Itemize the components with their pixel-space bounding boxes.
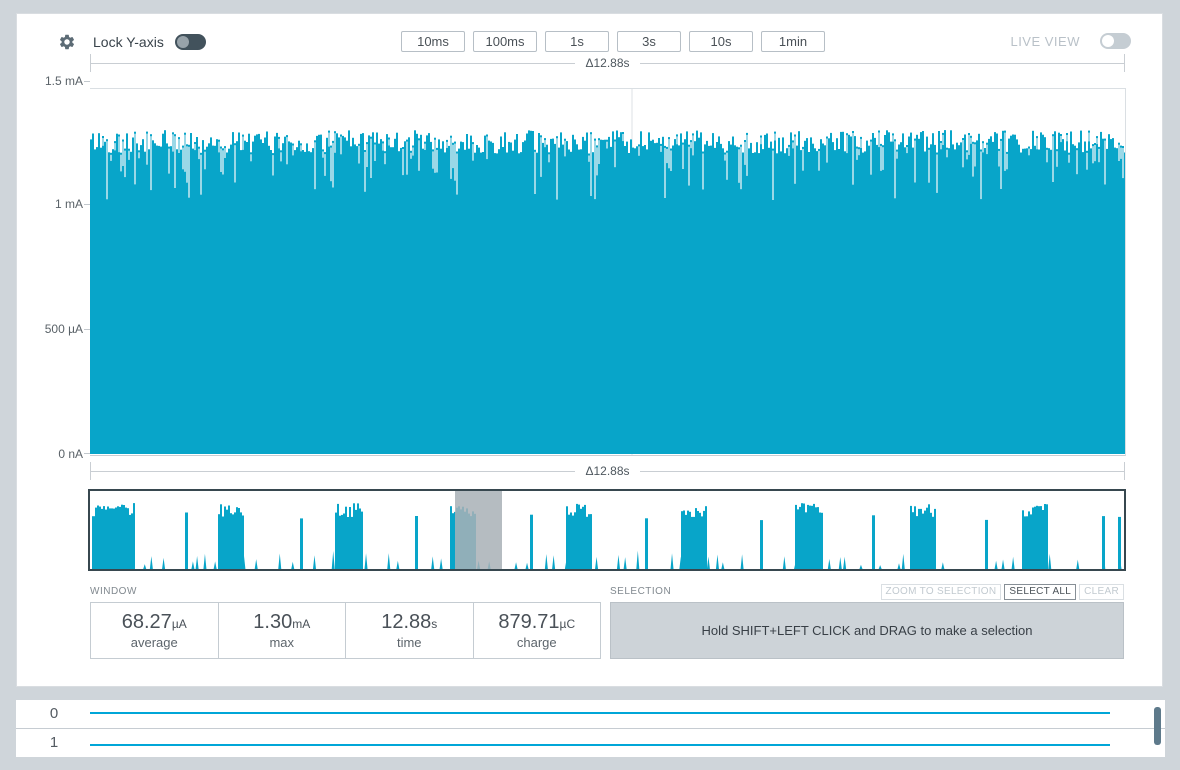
y-tick-0nA: 0 nA bbox=[23, 447, 83, 461]
digital-channel-label-1: 1 bbox=[44, 734, 64, 751]
y-tick-500uA: 500 µA bbox=[23, 322, 83, 336]
overview-minimap[interactable] bbox=[88, 489, 1126, 571]
main-chart-svg bbox=[90, 89, 1125, 455]
lock-y-axis-group: Lock Y-axis bbox=[58, 31, 206, 53]
selection-buttons: ZOOM TO SELECTION SELECT ALL CLEAR bbox=[881, 584, 1124, 600]
zoom-to-selection-button[interactable]: ZOOM TO SELECTION bbox=[881, 584, 1002, 600]
window-button-1min[interactable]: 1min bbox=[761, 31, 825, 52]
live-view-label: LIVE VIEW bbox=[1010, 34, 1080, 49]
stat-max: 1.30mA max bbox=[219, 603, 347, 658]
selection-hint-panel: Hold SHIFT+LEFT CLICK and DRAG to make a… bbox=[610, 602, 1124, 659]
digital-channel-label-0: 0 bbox=[44, 705, 64, 722]
y-tick-1500uA: 1.5 mA bbox=[23, 74, 83, 88]
stat-time: 12.88s time bbox=[346, 603, 474, 658]
minimap-svg bbox=[90, 491, 1124, 569]
digital-trace-1 bbox=[90, 744, 1110, 746]
window-button-100ms[interactable]: 100ms bbox=[473, 31, 537, 52]
window-stats-box: 68.27µA average 1.30mA max 12.88s time 8… bbox=[90, 602, 601, 659]
minimap-selection-window bbox=[455, 491, 502, 569]
stat-average: 68.27µA average bbox=[91, 603, 219, 658]
live-view-toggle[interactable] bbox=[1100, 33, 1131, 49]
main-chart-delta-label: Δ12.88s bbox=[585, 56, 629, 70]
main-chart-time-bracket: Δ12.88s bbox=[90, 54, 1125, 72]
selection-section-label: SELECTION bbox=[610, 586, 671, 597]
window-button-10s[interactable]: 10s bbox=[689, 31, 753, 52]
select-all-button[interactable]: SELECT ALL bbox=[1004, 584, 1076, 600]
stat-charge: 879.71µC charge bbox=[474, 603, 601, 658]
live-view-group: LIVE VIEW bbox=[1010, 33, 1131, 49]
main-current-chart[interactable] bbox=[90, 88, 1126, 456]
minimap-time-bracket: Δ12.88s bbox=[90, 462, 1125, 480]
window-button-3s[interactable]: 3s bbox=[617, 31, 681, 52]
digital-channels-panel: 0 1 bbox=[16, 700, 1165, 757]
settings-gear-icon[interactable] bbox=[58, 33, 76, 51]
window-section-label: WINDOW bbox=[90, 586, 137, 597]
clear-selection-button[interactable]: CLEAR bbox=[1079, 584, 1124, 600]
y-tick-1000uA: 1 mA bbox=[23, 197, 83, 211]
toggle-knob bbox=[177, 36, 189, 48]
y-tick-mark bbox=[84, 81, 90, 82]
minimap-delta-label: Δ12.88s bbox=[585, 464, 629, 478]
toggle-knob bbox=[1102, 35, 1114, 47]
window-button-10ms[interactable]: 10ms bbox=[401, 31, 465, 52]
digital-trace-0 bbox=[90, 712, 1110, 714]
bracket-tick bbox=[1124, 462, 1125, 480]
window-button-1s[interactable]: 1s bbox=[545, 31, 609, 52]
bracket-tick bbox=[1124, 54, 1125, 72]
selection-hint-text: Hold SHIFT+LEFT CLICK and DRAG to make a… bbox=[701, 623, 1032, 638]
lock-y-axis-label: Lock Y-axis bbox=[93, 34, 164, 50]
bracket-tick bbox=[90, 462, 91, 480]
app-window: Lock Y-axis 10ms 100ms 1s 3s 10s 1min LI… bbox=[0, 0, 1180, 770]
bracket-tick bbox=[90, 54, 91, 72]
vertical-scrollbar-thumb[interactable] bbox=[1154, 707, 1161, 745]
digital-channel-row-1: 1 bbox=[16, 729, 1165, 757]
lock-y-axis-toggle[interactable] bbox=[175, 34, 206, 50]
digital-channel-row-0: 0 bbox=[16, 700, 1165, 729]
time-window-buttons: 10ms 100ms 1s 3s 10s 1min bbox=[401, 31, 825, 52]
